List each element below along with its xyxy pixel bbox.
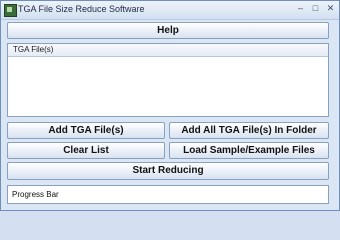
- add-tga-files-button[interactable]: Add TGA File(s): [7, 122, 165, 139]
- app-icon: [4, 4, 17, 17]
- maximize-icon[interactable]: □: [309, 3, 322, 14]
- list-header[interactable]: TGA File(s): [8, 44, 328, 57]
- minimize-icon[interactable]: –: [294, 3, 307, 14]
- app-window: TGA File Size Reduce Software – □ ✕ Help…: [0, 0, 340, 211]
- load-samples-button[interactable]: Load Sample/Example Files: [169, 142, 329, 159]
- close-icon[interactable]: ✕: [324, 3, 337, 14]
- title-bar[interactable]: TGA File Size Reduce Software – □ ✕: [1, 1, 339, 20]
- window-title: TGA File Size Reduce Software: [18, 4, 145, 14]
- file-list[interactable]: TGA File(s): [7, 43, 329, 117]
- list-column-header: TGA File(s): [13, 45, 54, 54]
- progress-bar: Progress Bar: [7, 185, 329, 204]
- progress-label: Progress Bar: [12, 190, 59, 199]
- add-folder-button[interactable]: Add All TGA File(s) In Folder: [169, 122, 329, 139]
- help-button[interactable]: Help: [7, 22, 329, 39]
- clear-list-button[interactable]: Clear List: [7, 142, 165, 159]
- start-reducing-button[interactable]: Start Reducing: [7, 162, 329, 180]
